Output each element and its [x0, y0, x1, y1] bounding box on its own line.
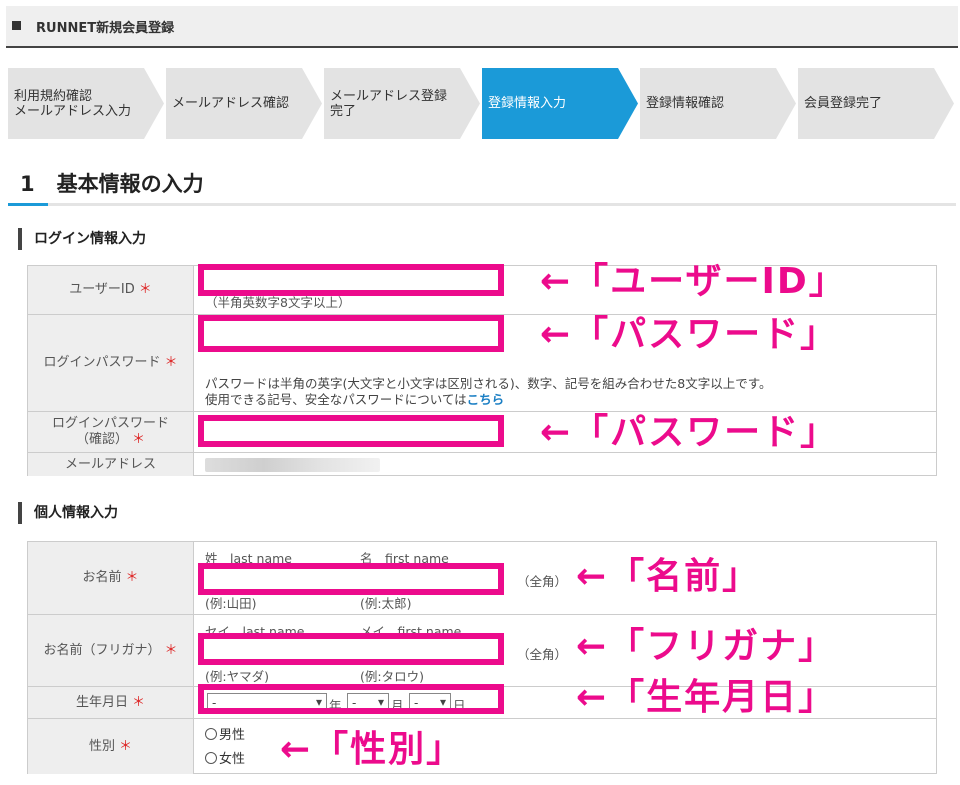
email-cell: [195, 453, 936, 476]
required-mark: ＊: [138, 282, 152, 297]
password-input[interactable]: [198, 315, 504, 352]
userid-label: ユーザーID ＊: [28, 266, 194, 314]
step-label: メールアドレス登録: [330, 88, 448, 104]
step-email-confirm: メールアドレス確認: [166, 68, 322, 139]
radio-circle-icon: [205, 728, 217, 740]
password-note-line: 使用できる記号、安全なパスワードについては: [205, 392, 467, 407]
step-info-input: 登録情報入力: [482, 68, 638, 139]
annotation-gender: ←「性別」: [280, 729, 465, 770]
password-confirm-label: ログインパスワード （確認）＊: [28, 412, 194, 452]
header-square-icon: [12, 21, 21, 30]
step-label: 登録情報入力: [488, 96, 567, 111]
step-info-confirm: 登録情報確認: [640, 68, 796, 139]
password-note: パスワードは半角の英字(大文字と小文字は区別される)、数字、記号を組み合わせた8…: [205, 376, 771, 408]
gender-row: 性別＊ 男性 女性: [28, 718, 936, 774]
label-text: お名前: [82, 570, 122, 585]
gender-female-radio[interactable]: 女性: [205, 748, 245, 767]
kana-first-example: (例:タロウ): [360, 669, 424, 684]
page-title: RUNNET新規会員登録: [36, 21, 175, 36]
label-text: ユーザーID: [69, 282, 135, 297]
kana-input[interactable]: [198, 633, 504, 665]
annotation-password: ←「パスワード」: [540, 314, 839, 355]
label-text: ログインパスワード: [43, 355, 161, 370]
password-policy-link[interactable]: こちら: [467, 392, 505, 407]
login-heading: ログイン情報入力: [18, 228, 146, 250]
required-mark: ＊: [125, 570, 139, 585]
birth-label: 生年月日＊: [28, 687, 194, 718]
step-label: メールアドレス入力: [14, 103, 132, 119]
section-title: 1 基本情報の入力: [20, 168, 204, 198]
fullwidth-note: （全角）: [517, 574, 568, 589]
email-value-blurred: [205, 458, 380, 472]
section-title-text: 基本情報の入力: [56, 172, 204, 196]
personal-heading: 個人情報入力: [18, 502, 118, 524]
required-mark: ＊: [164, 355, 178, 370]
gender-male-radio[interactable]: 男性: [205, 724, 245, 743]
email-row: メールアドレス: [28, 452, 936, 476]
annotation-birth: ←「生年月日」: [576, 677, 837, 718]
email-label: メールアドレス: [28, 453, 194, 476]
step-label: 利用規約確認: [14, 88, 93, 104]
label-text: ログインパスワード: [51, 416, 169, 431]
annotation-kana: ←「フリガナ」: [576, 626, 837, 667]
step-label: 会員登録完了: [804, 96, 883, 111]
first-name-example: (例:太郎): [360, 596, 412, 611]
password-confirm-input[interactable]: [198, 415, 504, 447]
password-note-line: パスワードは半角の英字(大文字と小文字は区別される)、数字、記号を組み合わせた8…: [205, 376, 772, 391]
label-text: お名前（フリガナ）: [43, 642, 161, 658]
annotation-name: ←「名前」: [576, 556, 761, 597]
required-mark: ＊: [131, 432, 145, 447]
section-number: 1: [20, 172, 35, 196]
birth-highlight: [198, 684, 504, 714]
radio-label: 女性: [219, 752, 246, 767]
required-mark: ＊: [132, 694, 146, 710]
password-label: ログインパスワード＊: [28, 315, 194, 411]
page-header: RUNNET新規会員登録: [6, 6, 958, 48]
step-label: 完了: [330, 103, 357, 119]
label-text: （確認）: [75, 432, 128, 447]
step-complete: 会員登録完了: [798, 68, 954, 139]
last-name-example: (例:山田): [205, 596, 257, 611]
label-text: 性別: [88, 738, 115, 754]
kana-last-example: (例:ヤマダ): [205, 669, 269, 684]
label-text: 生年月日: [75, 694, 128, 710]
fullwidth-note: （全角）: [517, 647, 568, 662]
radio-circle-icon: [205, 752, 217, 764]
required-mark: ＊: [119, 738, 133, 754]
name-label: お名前＊: [28, 542, 194, 614]
section-divider: [8, 203, 956, 206]
userid-input[interactable]: [198, 264, 504, 296]
annotation-password-confirm: ←「パスワード」: [540, 412, 839, 453]
required-mark: ＊: [164, 642, 178, 658]
step-email-registered: メールアドレス登録 完了: [324, 68, 480, 139]
annotation-userid: ←「ユーザーID」: [540, 261, 847, 302]
step-terms: 利用規約確認 メールアドレス入力: [8, 68, 164, 139]
radio-label: 男性: [219, 728, 246, 743]
section-divider-accent: [8, 203, 48, 206]
gender-label: 性別＊: [28, 719, 194, 774]
name-input[interactable]: [198, 563, 504, 595]
step-label: 登録情報確認: [646, 96, 725, 111]
step-label: メールアドレス確認: [172, 96, 290, 111]
kana-label: お名前（フリガナ）＊: [28, 615, 194, 686]
progress-steps: 利用規約確認 メールアドレス入力 メールアドレス確認 メールアドレス登録 完了 登録…: [8, 68, 960, 139]
